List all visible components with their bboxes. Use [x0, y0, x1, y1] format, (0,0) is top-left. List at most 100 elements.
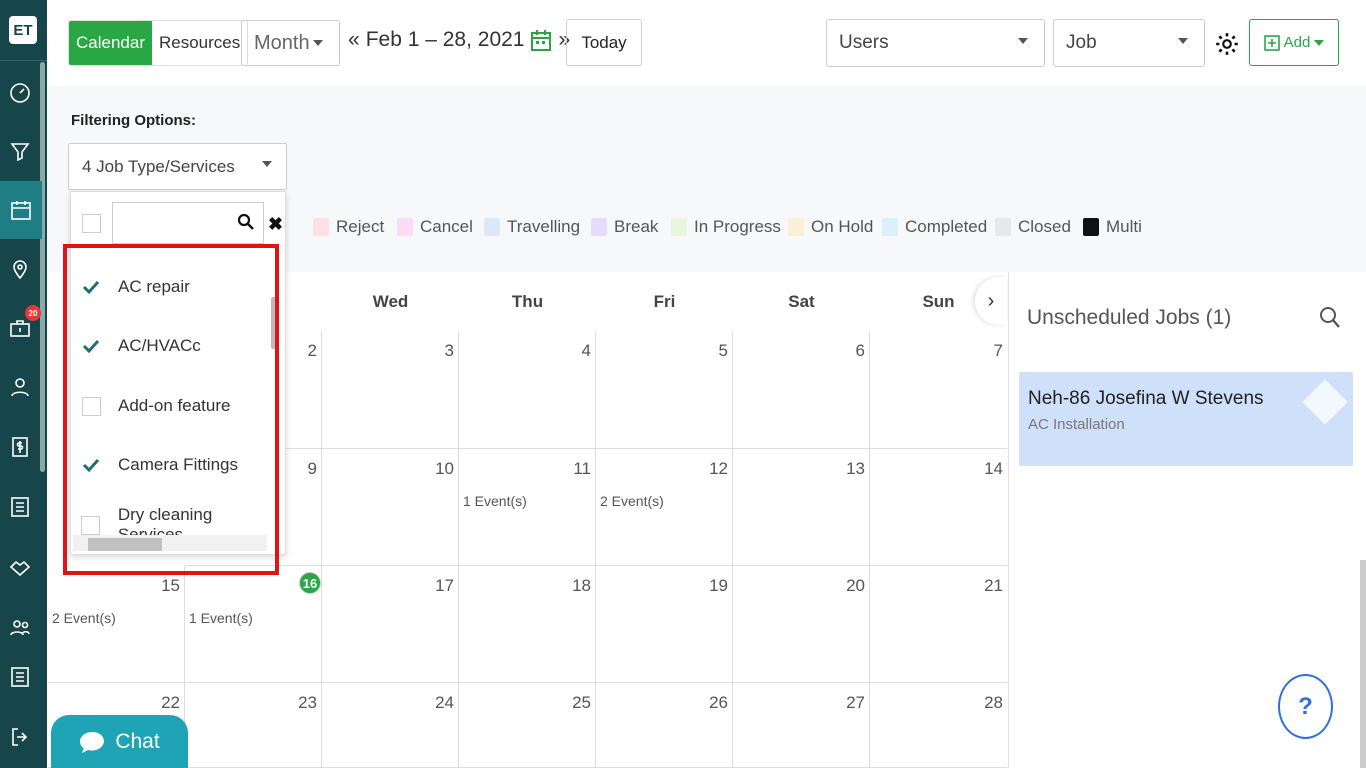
legend-swatch: [591, 218, 607, 236]
date-navigator: « Feb 1 – 28, 2021 »: [348, 28, 570, 52]
event-count[interactable]: 2 Event(s): [52, 610, 116, 626]
calendar-day-cell[interactable]: 16 1 Event(s): [185, 566, 322, 683]
calendar-day-cell[interactable]: 4: [459, 331, 596, 449]
sidebar-divider: [0, 60, 47, 61]
search-icon[interactable]: [237, 213, 255, 231]
chat-label: Chat: [115, 729, 160, 753]
resources-view-button[interactable]: Resources: [152, 21, 247, 65]
calendar-day-cell[interactable]: 21: [870, 566, 1007, 683]
legend-swatch: [313, 218, 329, 236]
funnel-icon[interactable]: [0, 122, 40, 180]
day-number: 14: [984, 459, 1003, 478]
calendar-day-cell[interactable]: 10: [322, 449, 459, 566]
calendar-day-cell[interactable]: 6: [733, 331, 870, 449]
day-number: 18: [572, 576, 591, 595]
calendar-day-cell[interactable]: 27: [733, 683, 870, 768]
legend-completed: Completed: [882, 216, 987, 238]
briefcase-icon[interactable]: 20: [0, 299, 41, 357]
day-number: 17: [435, 576, 454, 595]
day-number: 11: [573, 459, 591, 478]
legend-reject: Reject: [313, 216, 384, 238]
calendar-picker-icon[interactable]: [530, 28, 552, 52]
calendar-icon[interactable]: [0, 181, 42, 239]
day-number: 15: [161, 576, 180, 595]
gear-icon[interactable]: [1214, 30, 1240, 58]
legend-label: Travelling: [507, 217, 581, 236]
page-scrollbar[interactable]: [1360, 560, 1366, 768]
highlight-box: [63, 244, 279, 575]
calendar-day-cell[interactable]: 5: [596, 331, 733, 449]
logout-icon[interactable]: [0, 708, 40, 766]
legend-swatch: [788, 218, 804, 236]
day-number: 10: [435, 459, 454, 478]
sidebar-scrollbar[interactable]: [40, 62, 45, 472]
day-number: 27: [846, 693, 865, 712]
notification-badge: 20: [25, 305, 41, 321]
job-type-filter-select[interactable]: 4 Job Type/Services: [68, 143, 287, 190]
list-icon[interactable]: [0, 478, 40, 536]
calendar-day-cell[interactable]: 26: [596, 683, 733, 768]
add-button[interactable]: Add: [1249, 19, 1339, 66]
legend-swatch: [397, 218, 413, 236]
day-number: 26: [709, 693, 728, 712]
legend-swatch: [882, 218, 898, 236]
calendar-day-cell[interactable]: 11 1 Event(s): [459, 449, 596, 566]
select-all-checkbox[interactable]: [82, 214, 101, 233]
chat-button[interactable]: Chat: [51, 715, 188, 768]
day-number: 19: [709, 576, 728, 595]
clear-icon[interactable]: ✖: [268, 214, 283, 235]
chevron-down-icon: [262, 161, 272, 167]
calendar-day-cell[interactable]: 13: [733, 449, 870, 566]
legend-in-progress: In Progress: [671, 216, 781, 238]
dollar-icon[interactable]: [0, 418, 40, 476]
plus-square-icon: [1263, 34, 1280, 51]
day-number: 24: [435, 693, 454, 712]
dashboard-icon[interactable]: [0, 64, 40, 122]
day-number: 4: [581, 341, 591, 360]
day-header: Thu: [511, 292, 544, 311]
calendar-day-cell[interactable]: 23: [185, 683, 322, 768]
chat-bubble-icon: [80, 731, 105, 753]
period-value: Month: [254, 31, 310, 54]
search-icon[interactable]: [1319, 306, 1341, 330]
period-select[interactable]: Month: [241, 20, 340, 66]
calendar-day-cell[interactable]: 15 2 Event(s): [48, 566, 185, 683]
job-title: Neh-86 Josefina W Stevens: [1028, 388, 1264, 409]
help-button[interactable]: ?: [1278, 674, 1333, 739]
calendar-day-cell[interactable]: 19: [596, 566, 733, 683]
chevron-down-icon: [1178, 38, 1188, 44]
legend-cancel: Cancel: [397, 216, 473, 238]
legend-label: In Progress: [694, 217, 781, 236]
day-header: Sat: [788, 292, 815, 311]
calendar-day-cell[interactable]: 17: [322, 566, 459, 683]
calendar-day-cell[interactable]: 18: [459, 566, 596, 683]
date-range: Feb 1 – 28, 2021: [365, 28, 525, 51]
prev-button[interactable]: «: [348, 28, 360, 52]
today-button[interactable]: Today: [566, 19, 642, 66]
calendar-day-cell[interactable]: 3: [322, 331, 459, 449]
calendar-day-cell[interactable]: 24: [322, 683, 459, 768]
chevron-down-icon: [313, 40, 323, 46]
users-select[interactable]: Users: [826, 19, 1045, 67]
event-count[interactable]: 2 Event(s): [600, 493, 664, 509]
settings-sliders-icon[interactable]: [0, 648, 40, 706]
calendar-day-cell[interactable]: 7: [870, 331, 1007, 449]
calendar-day-cell[interactable]: 25: [459, 683, 596, 768]
calendar-view-button[interactable]: Calendar: [69, 21, 152, 65]
user-icon[interactable]: [0, 358, 40, 416]
job-select[interactable]: Job: [1053, 19, 1205, 67]
map-pin-icon[interactable]: [0, 240, 40, 298]
chevron-down-icon: [1314, 39, 1325, 46]
unscheduled-job-card[interactable]: Neh-86 Josefina W Stevens AC Installatio…: [1019, 372, 1353, 466]
day-header: Fri: [653, 292, 676, 311]
calendar-day-cell[interactable]: 12 2 Event(s): [596, 449, 733, 566]
view-toggle: Calendar Resources: [68, 20, 249, 66]
event-count[interactable]: 1 Event(s): [189, 610, 253, 626]
legend-multi: Multi: [1083, 216, 1142, 238]
day-number: 12: [709, 459, 728, 478]
calendar-day-cell[interactable]: 20: [733, 566, 870, 683]
event-count[interactable]: 1 Event(s): [463, 493, 527, 509]
handshake-icon[interactable]: [0, 538, 40, 596]
calendar-day-cell[interactable]: 28: [870, 683, 1007, 768]
calendar-day-cell[interactable]: 14: [870, 449, 1007, 566]
